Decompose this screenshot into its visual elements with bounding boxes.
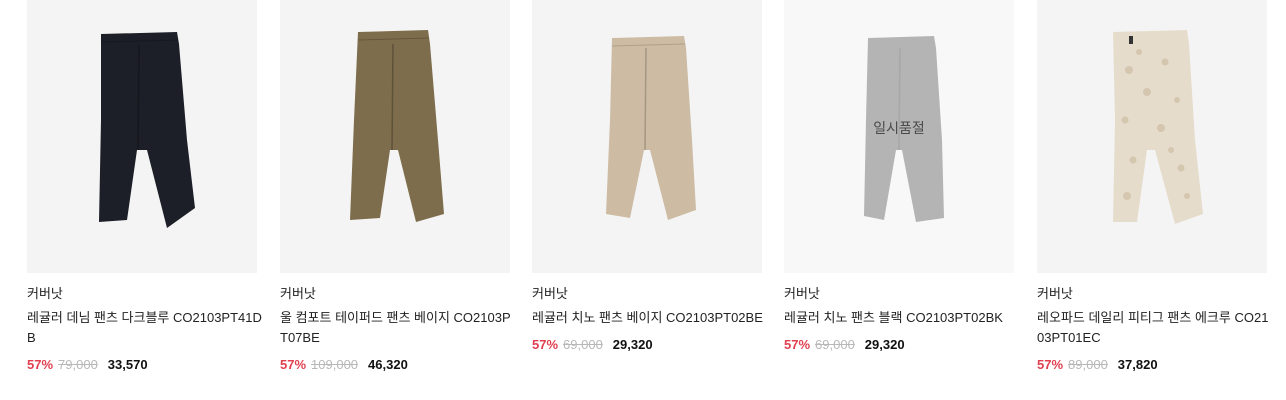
pants-image (350, 30, 444, 222)
product-card[interactable]: 커버낫 레귤러 치노 팬츠 베이지 CO2103PT02BE 57% 69,00… (532, 0, 763, 380)
product-info: 커버낫 레귤러 치노 팬츠 블랙 CO2103PT02BK 57% 69,000… (784, 286, 1024, 353)
product-name[interactable]: 레귤러 데님 팬츠 다크블루 CO2103PT41DB (27, 308, 262, 348)
price-row: 57% 69,000 29,320 (784, 337, 1024, 353)
sale-price: 29,320 (612, 337, 653, 352)
product-name[interactable]: 레오파드 데일리 피티그 팬츠 에크루 CO2103PT01EC (1037, 308, 1272, 348)
product-brand[interactable]: 커버낫 (1037, 286, 1277, 302)
product-card[interactable]: 커버낫 레귤러 데님 팬츠 다크블루 CO2103PT41DB 57% 79,0… (27, 0, 262, 380)
product-brand[interactable]: 커버낫 (532, 286, 772, 302)
product-info: 커버낫 레귤러 치노 팬츠 베이지 CO2103PT02BE 57% 69,00… (532, 286, 772, 353)
product-image[interactable] (532, 0, 762, 273)
product-info: 커버낫 레귤러 데님 팬츠 다크블루 CO2103PT41DB 57% 79,0… (27, 286, 267, 373)
product-grid: 커버낫 레귤러 데님 팬츠 다크블루 CO2103PT41DB 57% 79,0… (0, 0, 1286, 400)
discount-rate: 57% (27, 357, 54, 372)
original-price: 79,000 (58, 357, 98, 372)
product-card[interactable]: 커버낫 레오파드 데일리 피티그 팬츠 에크루 CO2103PT01EC 57%… (1037, 0, 1268, 380)
price-row: 57% 109,000 46,320 (280, 357, 520, 373)
pants-image (1113, 30, 1203, 224)
product-brand[interactable]: 커버낫 (280, 286, 520, 302)
sale-price: 46,320 (368, 357, 408, 372)
discount-rate: 57% (1037, 357, 1064, 372)
product-image[interactable] (1037, 0, 1267, 273)
product-image[interactable] (280, 0, 510, 273)
product-name[interactable]: 레귤러 치노 팬츠 블랙 CO2103PT02BK (784, 308, 1019, 328)
sold-out-label: 일시품절 (873, 119, 925, 136)
original-price: 109,000 (311, 357, 359, 372)
discount-rate: 57% (532, 337, 559, 352)
discount-rate: 57% (280, 357, 307, 372)
original-price: 89,000 (1068, 357, 1108, 372)
discount-rate: 57% (784, 337, 811, 352)
product-image[interactable]: 일시품절 (784, 0, 1014, 273)
product-card[interactable]: 커버낫 울 컴포트 테이퍼드 팬츠 베이지 CO2103PT07BE 57% 1… (280, 0, 511, 380)
price-row: 57% 69,000 29,320 (532, 337, 772, 353)
sold-out-overlay: 일시품절 (784, 0, 1014, 273)
sale-price: 33,570 (107, 357, 148, 372)
original-price: 69,000 (815, 337, 855, 352)
product-brand[interactable]: 커버낫 (27, 286, 267, 302)
product-info: 커버낫 울 컴포트 테이퍼드 팬츠 베이지 CO2103PT07BE 57% 1… (280, 286, 520, 373)
product-info: 커버낫 레오파드 데일리 피티그 팬츠 에크루 CO2103PT01EC 57%… (1037, 286, 1277, 373)
product-name[interactable]: 울 컴포트 테이퍼드 팬츠 베이지 CO2103PT07BE (280, 308, 515, 348)
pants-image (606, 36, 696, 220)
product-image[interactable] (27, 0, 257, 273)
sale-price: 37,820 (1117, 357, 1158, 372)
price-row: 57% 89,000 37,820 (1037, 357, 1277, 373)
price-row: 57% 79,000 33,570 (27, 357, 267, 373)
product-name[interactable]: 레귤러 치노 팬츠 베이지 CO2103PT02BE (532, 308, 767, 328)
sale-price: 29,320 (864, 337, 905, 352)
pants-image (99, 32, 195, 228)
original-price: 69,000 (563, 337, 603, 352)
product-brand[interactable]: 커버낫 (784, 286, 1024, 302)
product-card[interactable]: 일시품절 커버낫 레귤러 치노 팬츠 블랙 CO2103PT02BK 57% 6… (784, 0, 1014, 380)
